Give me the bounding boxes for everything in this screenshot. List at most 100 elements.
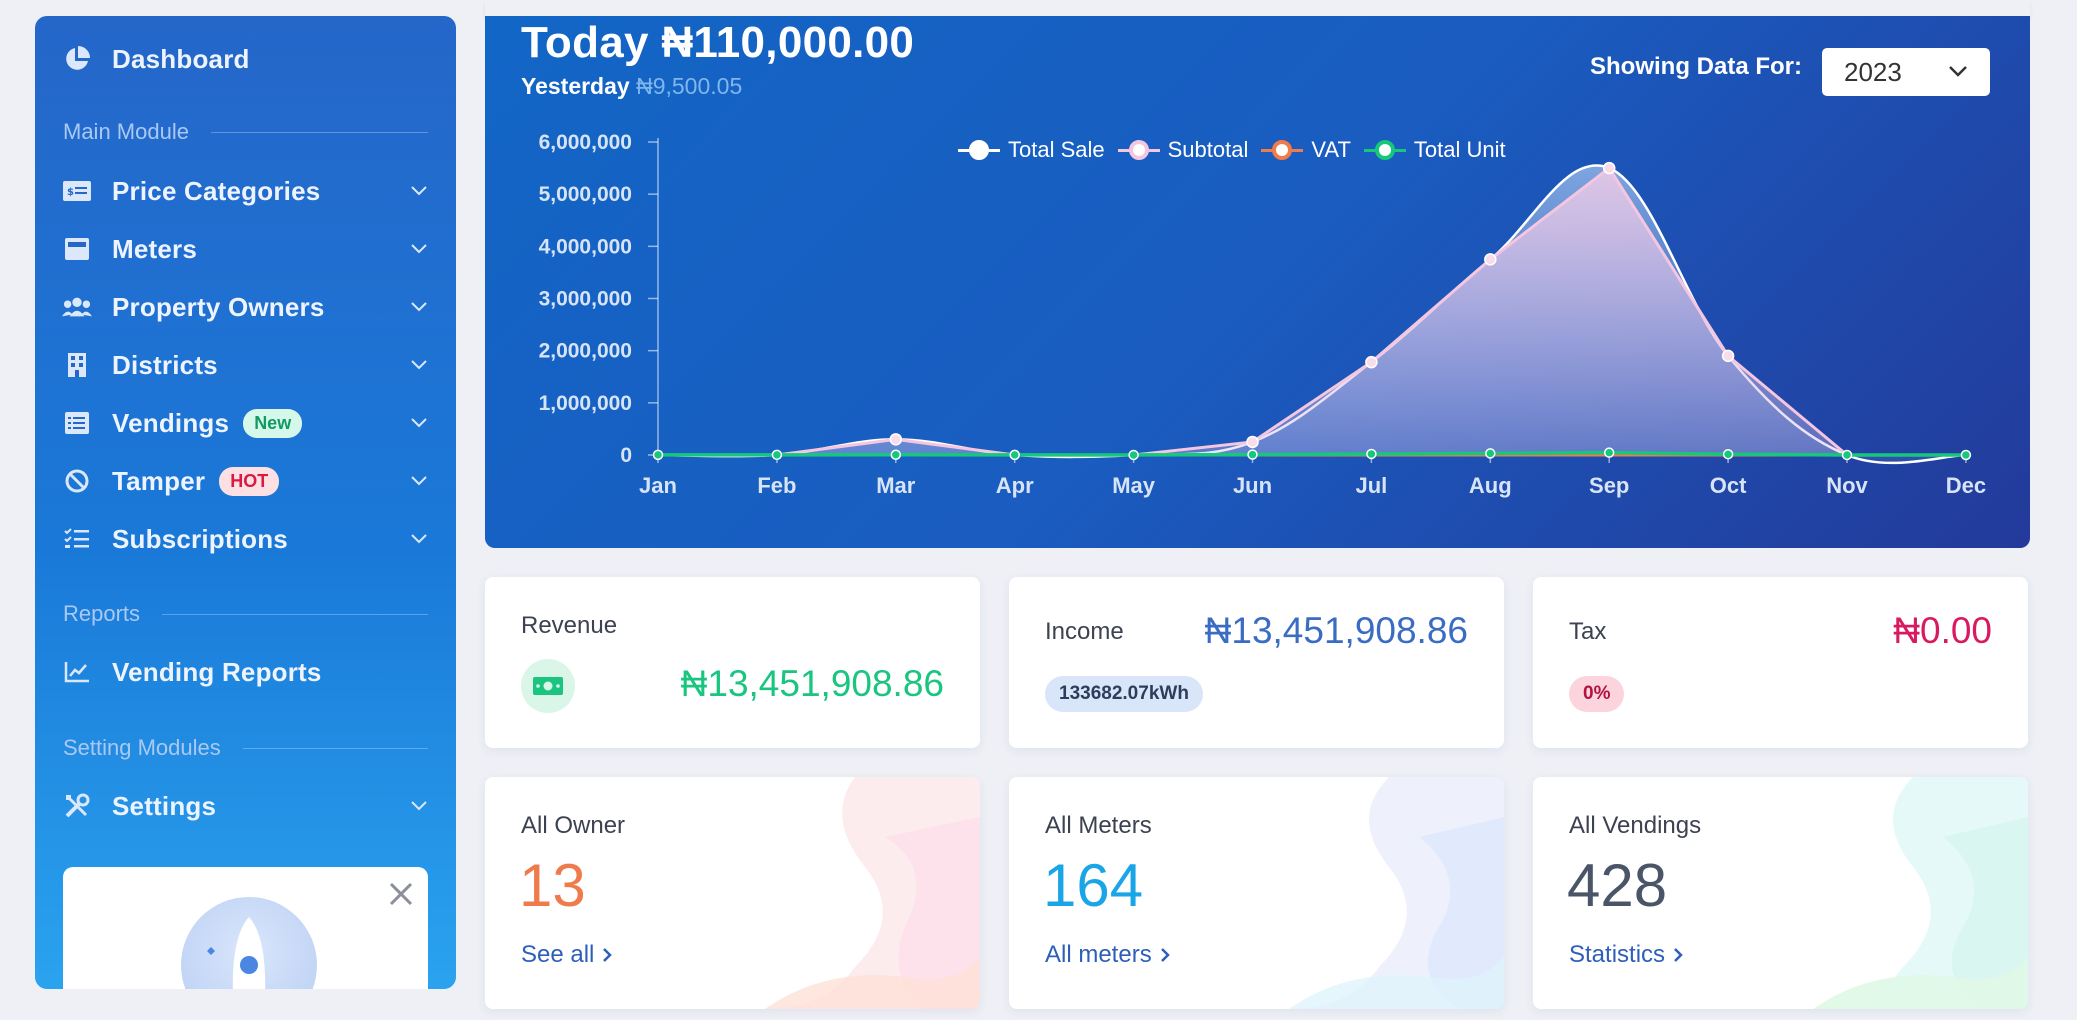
ban-icon (62, 466, 92, 496)
divider (242, 747, 428, 749)
y-tick-label: 6,000,000 (539, 131, 632, 154)
meter-count: 164 (1043, 852, 1144, 919)
total-unit-point (1603, 447, 1615, 458)
x-tick-label: Oct (1710, 473, 1747, 498)
divider (210, 131, 428, 133)
statistics-link[interactable]: Statistics (1569, 941, 1683, 969)
building-icon (62, 350, 92, 380)
x-tick-label: Feb (757, 473, 796, 498)
sidebar-item-districts[interactable]: Districts (62, 343, 428, 387)
x-tick-label: Mar (876, 473, 916, 498)
chevron-right-icon (1160, 948, 1170, 962)
card-title: Tax (1569, 618, 1607, 645)
sidebar: Dashboard Main Module $ Price Categories… (35, 16, 456, 989)
y-tick-label: 1,000,000 (539, 392, 632, 415)
sidebar-item-vendings[interactable]: Vendings New (62, 401, 428, 445)
sidebar-item-label: Tamper (112, 465, 206, 496)
chevron-right-icon (1674, 948, 1683, 962)
svg-text:$: $ (67, 187, 74, 198)
sidebar-item-label: Vending Reports (112, 656, 322, 687)
price-tag-icon: $ (62, 176, 92, 206)
total-unit-point (1485, 448, 1496, 459)
sidebar-item-price-categories[interactable]: $ Price Categories (62, 169, 428, 213)
tax-percent-badge: 0% (1569, 676, 1625, 712)
link-label: Statistics (1569, 941, 1666, 968)
x-tick-label: Jun (1233, 473, 1272, 498)
card-title: All Owner (521, 812, 626, 839)
section-label: Setting Modules (63, 735, 221, 760)
total-unit-point (652, 449, 664, 461)
tools-icon (62, 791, 92, 821)
sidebar-item-dashboard[interactable]: Dashboard (62, 37, 428, 81)
chevron-down-icon (411, 302, 427, 312)
chevron-down-icon (411, 244, 427, 254)
decorative-blob (1289, 777, 1504, 1009)
close-icon[interactable] (388, 881, 414, 907)
rocket-icon (207, 917, 266, 989)
x-tick-label: Apr (996, 473, 1034, 498)
y-tick-label: 0 (620, 444, 632, 467)
all-vendings-card: All Vendings 428 Statistics (1533, 777, 2028, 1009)
x-tick-label: Sep (1589, 473, 1629, 498)
subtotal-point (1721, 349, 1735, 363)
total-unit-point (1960, 449, 1972, 461)
pie-chart-icon (62, 44, 92, 74)
list-icon (62, 408, 92, 438)
decorative-blob (1813, 777, 2028, 1009)
y-tick-label: 4,000,000 (539, 235, 632, 258)
tax-card: Tax ₦0.00 0% (1533, 577, 2028, 748)
link-label: All meters (1045, 941, 1152, 968)
total-unit-point (890, 449, 902, 460)
tax-value: ₦0.00 (1893, 610, 1992, 651)
y-tick-label: 2,000,000 (539, 340, 632, 363)
kwh-badge: 133682.07kWh (1045, 676, 1203, 712)
total-unit-point (771, 449, 783, 461)
subtotal-point (1365, 355, 1378, 369)
all-meters-card: All Meters 164 All meters (1009, 777, 1504, 1009)
sales-chart-panel: Today ₦110,000.00 Yesterday ₦9,500.05 Sh… (485, 16, 2030, 548)
line-chart-icon (62, 657, 92, 687)
total-unit-point (1722, 448, 1734, 460)
sidebar-item-meters[interactable]: Meters (62, 227, 428, 271)
x-tick-label: Jan (639, 473, 677, 498)
x-tick-label: Aug (1469, 473, 1512, 498)
subtotal-point (1602, 161, 1616, 175)
section-main-module: Main Module (63, 117, 428, 147)
new-badge: New (243, 408, 303, 438)
divider (162, 613, 428, 615)
sidebar-item-tamper[interactable]: Tamper HOT (62, 459, 428, 503)
x-tick-label: Nov (1826, 473, 1868, 498)
promo-card (63, 867, 428, 989)
sidebar-item-label: Dashboard (112, 43, 250, 74)
sidebar-item-subscriptions[interactable]: Subscriptions (62, 517, 428, 561)
section-label: Main Module (63, 119, 189, 144)
chevron-down-icon (411, 801, 427, 811)
subtotal-point (1246, 435, 1259, 449)
see-all-link[interactable]: See all (521, 941, 613, 969)
card-title: Revenue (521, 612, 618, 639)
y-tick-label: 5,000,000 (539, 183, 632, 206)
income-card: Income ₦13,451,908.86 133682.07kWh (1009, 577, 1504, 748)
total-unit-point (1128, 449, 1139, 461)
total-unit-point (1366, 448, 1377, 460)
all-owner-card: All Owner 13 See all (485, 777, 980, 1009)
card-title: Income (1045, 618, 1124, 645)
money-icon (521, 659, 575, 713)
all-meters-link[interactable]: All meters (1045, 941, 1170, 969)
checklist-icon (62, 524, 92, 554)
sales-area-chart: 0 1,000,000 2,000,000 3,000,000 4,000,000 5,0… (539, 131, 1987, 498)
rocket-illustration (181, 897, 317, 989)
sidebar-item-vending-reports[interactable]: Vending Reports (62, 650, 428, 694)
chevron-down-icon (411, 476, 427, 486)
sidebar-item-settings[interactable]: Settings (62, 784, 428, 828)
revenue-card: Revenue ₦13,451,908.86 (485, 577, 980, 748)
total-unit-point (1009, 449, 1020, 461)
chevron-down-icon (411, 186, 427, 196)
meter-icon (62, 234, 92, 264)
decorative-blob (765, 777, 980, 1009)
sidebar-item-label: Property Owners (112, 291, 325, 322)
sidebar-item-property-owners[interactable]: Property Owners (62, 285, 428, 329)
chevron-right-icon (603, 948, 613, 962)
section-reports: Reports (63, 599, 428, 629)
x-tick-label: May (1112, 473, 1156, 498)
